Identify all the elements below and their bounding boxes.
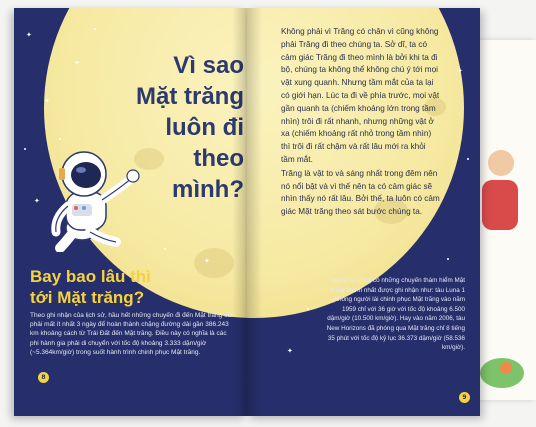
star-dot <box>164 248 166 250</box>
star-dot <box>59 138 61 140</box>
title-line: mình? <box>172 176 244 203</box>
section-heading-line: Bay bao lâu thì <box>30 267 151 286</box>
star-icon: ✦ <box>204 257 210 265</box>
open-book: ✦ ✦ ✦ ✦ ✦ Vì sao Mặt trăng luôn đi theo … <box>14 8 480 416</box>
section-heading-line: tới Mặt trăng? <box>30 288 145 307</box>
star-dot <box>94 28 96 30</box>
answer-paragraph: Trăng là vật to và sáng nhất trong đêm n… <box>281 168 440 217</box>
star-icon: ✦ <box>44 97 50 105</box>
star-icon: ✦ <box>74 59 80 67</box>
character-head-illustration <box>488 150 514 176</box>
side-note-text: Ngoài ra, cũng có những chuyến thám hiểm… <box>326 277 465 352</box>
right-page: ✦ ✦ Không phải vì Trăng có chân vì cũng … <box>247 8 480 416</box>
astronaut-icon <box>51 151 140 252</box>
star-icon: ✦ <box>26 31 32 39</box>
star-icon: ✦ <box>457 67 463 75</box>
title-line: Vì sao <box>173 52 244 79</box>
page-title: Vì sao Mặt trăng luôn đi theo mình? <box>134 50 244 205</box>
star-icon: ✦ <box>287 347 293 355</box>
page-number: 9 <box>459 392 470 403</box>
left-page: ✦ ✦ ✦ ✦ ✦ Vì sao Mặt trăng luôn đi theo … <box>14 8 247 416</box>
answer-text: Không phải vì Trăng có chân vì cũng khôn… <box>281 26 441 219</box>
character-body-illustration <box>482 180 518 230</box>
flower-illustration <box>500 362 512 374</box>
page-number: 8 <box>38 372 49 383</box>
star-dot <box>307 308 309 310</box>
star-dot <box>467 158 469 160</box>
star-icon: ✦ <box>34 197 40 205</box>
star-dot <box>447 258 449 260</box>
title-line: Mặt trăng <box>136 83 244 110</box>
section-heading: Bay bao lâu thì tới Mặt trăng? <box>30 266 230 308</box>
title-line: luôn đi theo <box>165 114 244 172</box>
answer-paragraph: Không phải vì Trăng có chân vì cũng khôn… <box>281 27 440 164</box>
star-dot <box>24 148 26 150</box>
section-body-text: Theo ghi nhận của lịch sử, hầu hết những… <box>30 312 235 356</box>
